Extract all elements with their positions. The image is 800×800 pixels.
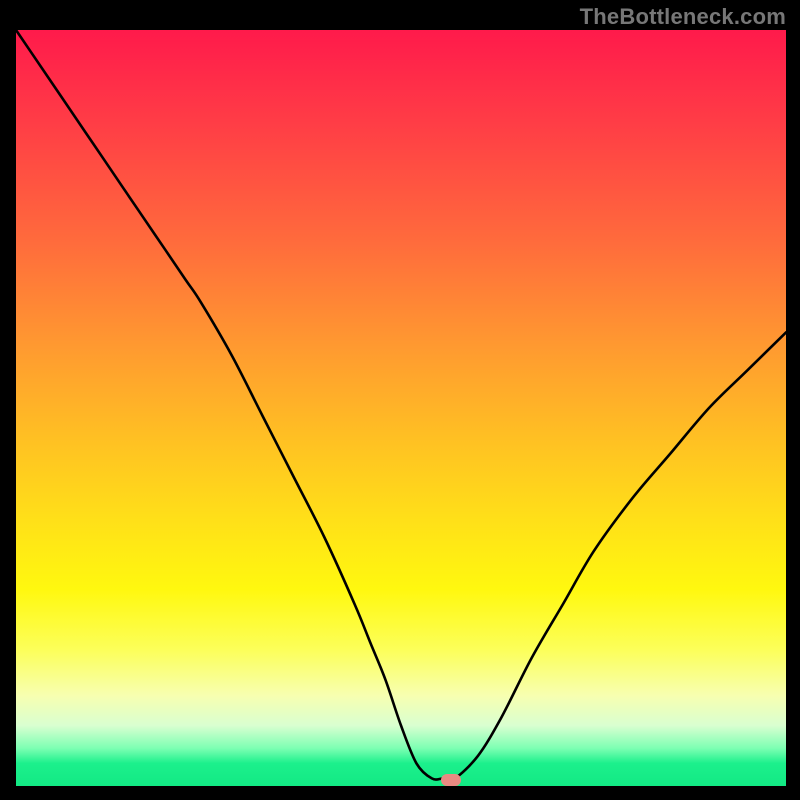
chart-container: TheBottleneck.com [0,0,800,800]
minimum-marker-icon [441,774,461,786]
watermark-text: TheBottleneck.com [580,4,786,30]
plot-area [16,30,786,786]
curve-path [16,30,786,780]
bottleneck-curve [16,30,786,786]
